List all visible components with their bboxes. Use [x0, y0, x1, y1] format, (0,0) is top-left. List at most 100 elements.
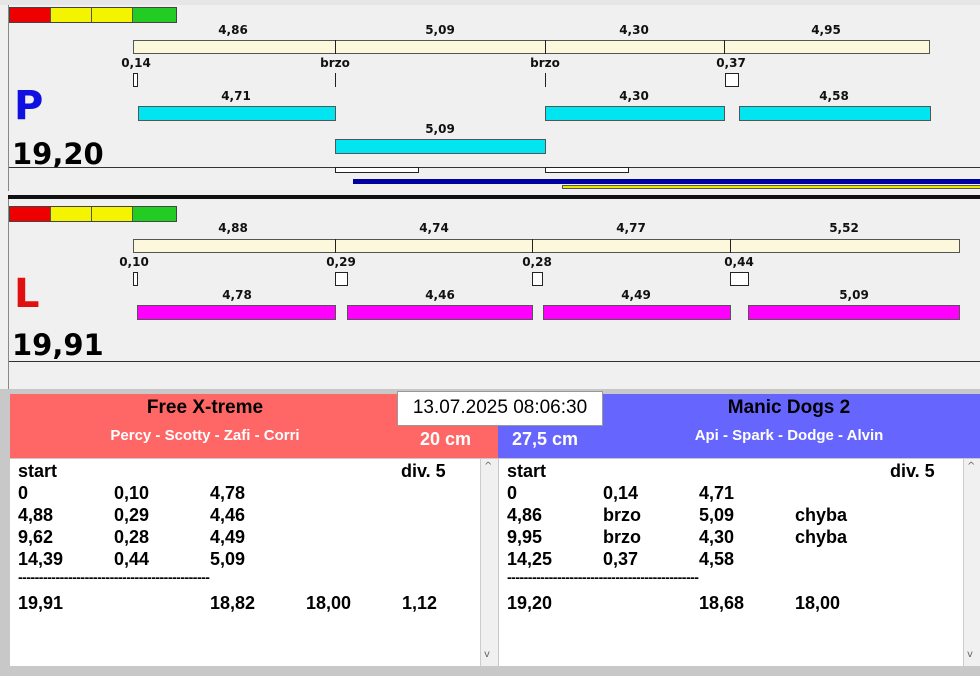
- split-divider: [724, 40, 725, 54]
- light-yellow-2: [92, 207, 133, 221]
- cell-start: 14,25: [507, 549, 553, 569]
- cell-reaction: 0,28: [114, 527, 150, 547]
- light-green: [133, 8, 176, 22]
- cell-reaction: brzo: [603, 527, 641, 547]
- cell-reaction: brzo: [603, 505, 641, 525]
- light-yellow-1: [51, 207, 92, 221]
- cross-marker: [133, 272, 138, 286]
- left-table-scrollbar[interactable]: ^ v: [480, 459, 498, 666]
- cross-marker: [730, 272, 749, 286]
- cross-label-3: 0,28: [522, 255, 552, 269]
- run-bar: [347, 305, 533, 320]
- split-divider: [335, 239, 336, 253]
- cross-label-1: 0,10: [119, 255, 149, 269]
- left-team-height: 20 cm: [420, 429, 472, 449]
- run-bar: [138, 106, 336, 121]
- cell-start: 4,86: [507, 505, 543, 525]
- cell-reaction: 0,44: [114, 549, 150, 569]
- split-label-3: 4,30: [619, 23, 649, 37]
- run-label-1: 4,78: [222, 288, 252, 302]
- table-separator: ----------------------------------------…: [507, 569, 699, 585]
- total-run: 18,82: [210, 593, 256, 613]
- total-sct: 18,00: [306, 593, 352, 613]
- cell-run: 4,71: [699, 483, 735, 503]
- cell-run: 5,09: [210, 549, 246, 569]
- cell-start: 0: [18, 483, 29, 503]
- split-label-3: 4,77: [616, 221, 646, 235]
- scroll-up-icon[interactable]: ^: [967, 461, 975, 472]
- total-diff: 1,12: [402, 593, 438, 613]
- scroll-down-icon[interactable]: v: [484, 649, 490, 660]
- lane-baseline: [9, 361, 980, 362]
- gap-box: [545, 167, 629, 173]
- split-time-bar: [133, 239, 960, 253]
- lane-letter: P: [14, 83, 44, 129]
- cell-start: 4,88: [18, 505, 54, 525]
- cell-reaction: 0,14: [603, 483, 639, 503]
- run-label-2: 4,30: [619, 89, 649, 103]
- total-time: 19,20: [507, 593, 553, 613]
- lane-total: 19,91: [12, 328, 104, 362]
- cross-label-1: 0,14: [121, 56, 151, 70]
- cell-run: 4,30: [699, 527, 735, 547]
- gap-box: [335, 167, 419, 173]
- split-label-2: 4,74: [419, 221, 449, 235]
- lane-total: 19,20: [12, 137, 104, 171]
- scroll-down-icon[interactable]: v: [967, 649, 973, 660]
- split-label-2: 5,09: [425, 23, 455, 37]
- cell-reaction: 0,10: [114, 483, 150, 503]
- run-bar: [335, 139, 546, 154]
- cross-label-2: brzo: [320, 56, 350, 70]
- split-divider: [335, 40, 336, 54]
- lane-p: 4,86 5,09 4,30 4,95 0,14 brzo brzo 0,37 …: [8, 5, 980, 191]
- cross-label-4: 0,37: [716, 56, 746, 70]
- cross-label-2: 0,29: [326, 255, 356, 269]
- light-yellow-1: [51, 8, 92, 22]
- lane-l: 4,88 4,74 4,77 5,52 0,10 0,29 0,28 0,44 …: [8, 199, 980, 389]
- run-label-2: 4,46: [425, 288, 455, 302]
- datetime-display: 13.07.2025 08:06:30: [397, 391, 603, 426]
- left-results-table: start div. 5 0 0,10 4,78 4,88 0,29 4,46 …: [10, 459, 498, 666]
- run-bar: [748, 305, 960, 320]
- right-team-name: Manic Dogs 2: [727, 397, 851, 418]
- cell-start: 14,39: [18, 549, 64, 569]
- cross-marker: [335, 73, 336, 87]
- cell-start: 0: [507, 483, 518, 503]
- run-bar: [543, 305, 731, 320]
- cell-start: 9,95: [507, 527, 543, 547]
- run-bar: [739, 106, 931, 121]
- right-table-scrollbar[interactable]: ^ v: [963, 459, 980, 666]
- left-team-name: Free X-treme: [146, 397, 264, 418]
- run-label-3: 4,49: [621, 288, 651, 302]
- light-red: [10, 207, 51, 221]
- cross-marker: [725, 73, 739, 87]
- split-label-1: 4,86: [218, 23, 248, 37]
- cell-run: 4,78: [210, 483, 246, 503]
- progress-line-yellow: [562, 185, 980, 189]
- split-divider: [532, 239, 533, 253]
- cross-label-4: 0,44: [724, 255, 754, 269]
- scroll-up-icon[interactable]: ^: [484, 461, 492, 472]
- cell-start: 9,62: [18, 527, 54, 547]
- run-bar: [137, 305, 336, 320]
- split-label-4: 5,52: [829, 221, 859, 235]
- light-red: [10, 8, 51, 22]
- cell-reaction: 0,29: [114, 505, 150, 525]
- light-green: [133, 207, 176, 221]
- progress-line-blue: [353, 179, 980, 184]
- run-label-4: 5,09: [425, 122, 455, 136]
- table-head-start: start: [18, 461, 58, 481]
- table-head-start: start: [507, 461, 547, 481]
- table-head-div: div. 5: [401, 461, 446, 481]
- cross-label-3: brzo: [530, 56, 560, 70]
- table-head-div: div. 5: [890, 461, 935, 481]
- cell-fault: chyba: [795, 505, 848, 525]
- right-team-members: Api - Spark - Dodge - Alvin: [694, 427, 884, 444]
- lane-letter: L: [14, 271, 40, 317]
- cell-run: 4,46: [210, 505, 246, 525]
- total-time: 19,91: [18, 593, 64, 613]
- lane-baseline: [9, 167, 980, 168]
- cell-run: 5,09: [699, 505, 735, 525]
- cell-run: 4,49: [210, 527, 246, 547]
- run-label-1: 4,71: [221, 89, 251, 103]
